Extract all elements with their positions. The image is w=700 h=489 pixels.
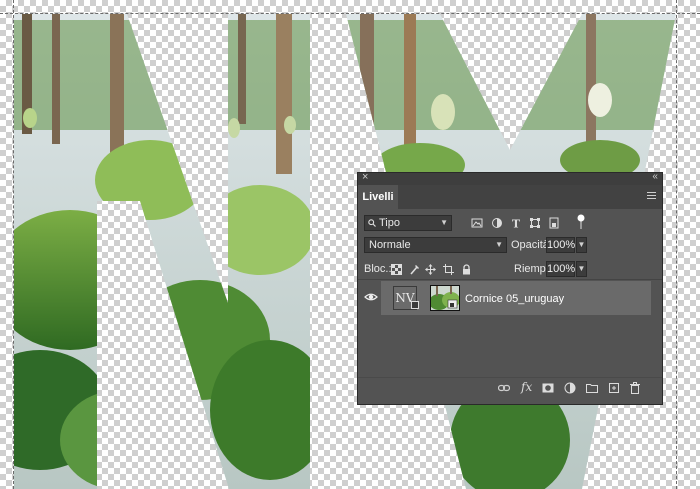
smart-object-filter-icon[interactable] (548, 217, 560, 229)
image-filter-icon[interactable] (471, 217, 483, 229)
guide-line (13, 0, 14, 489)
thumbnail-image (431, 286, 459, 310)
guide-line (676, 0, 677, 489)
opacity-dropdown-button[interactable]: ▼ (576, 237, 587, 253)
link-layers-icon[interactable] (498, 382, 510, 394)
svg-text:T: T (512, 218, 521, 230)
layer-style-icon[interactable]: fx (521, 380, 532, 394)
adjustment-filter-icon[interactable] (491, 217, 503, 229)
panel-title-bar[interactable]: × ‹‹ (358, 171, 662, 185)
close-icon[interactable]: × (362, 171, 368, 183)
layers-panel: × ‹‹ Livelli Tipo ▼ T Normale ▼ Opacità:… (357, 171, 663, 405)
panel-tab-bar: Livelli (358, 185, 662, 209)
guide-line (0, 13, 700, 14)
lock-artboard-icon[interactable] (443, 264, 454, 275)
layer-filter-select[interactable]: Tipo ▼ (364, 215, 452, 231)
filter-label: Tipo (379, 217, 400, 229)
new-group-icon[interactable] (586, 382, 598, 394)
lock-label: Bloc.: (364, 263, 392, 275)
delete-layer-icon[interactable] (629, 382, 641, 394)
type-filter-icon[interactable]: T (510, 217, 522, 230)
blend-mode-select[interactable]: Normale ▼ (364, 237, 507, 253)
chevron-down-icon: ▼ (495, 240, 503, 249)
opacity-input[interactable]: 100% (546, 237, 575, 253)
visibility-eye-icon[interactable] (364, 290, 378, 304)
collapse-icon[interactable]: ‹‹ (652, 171, 658, 182)
new-layer-icon[interactable] (608, 382, 620, 394)
image-layer-thumbnail[interactable] (430, 285, 460, 311)
layer-name[interactable]: Cornice 05_uruguay (465, 293, 564, 305)
panel-menu-icon[interactable] (647, 192, 656, 201)
chevron-down-icon: ▼ (440, 218, 448, 227)
add-mask-icon[interactable] (542, 382, 554, 394)
new-adjustment-icon[interactable] (564, 382, 576, 394)
lock-image-icon[interactable] (409, 264, 420, 275)
lock-transparency-icon[interactable] (391, 264, 402, 275)
lock-position-icon[interactable] (425, 264, 436, 275)
tab-layers[interactable]: Livelli (358, 185, 398, 209)
divider (358, 377, 662, 378)
filter-toggle-icon[interactable] (576, 214, 586, 230)
fill-dropdown-button[interactable]: ▼ (576, 261, 587, 277)
blend-mode-value: Normale (369, 239, 411, 251)
lock-all-icon[interactable] (461, 264, 472, 275)
search-icon (368, 219, 376, 227)
shape-filter-icon[interactable] (529, 217, 541, 229)
fill-input[interactable]: 100% (546, 261, 575, 277)
clipping-mask-icon (411, 301, 419, 309)
divider (358, 279, 662, 280)
